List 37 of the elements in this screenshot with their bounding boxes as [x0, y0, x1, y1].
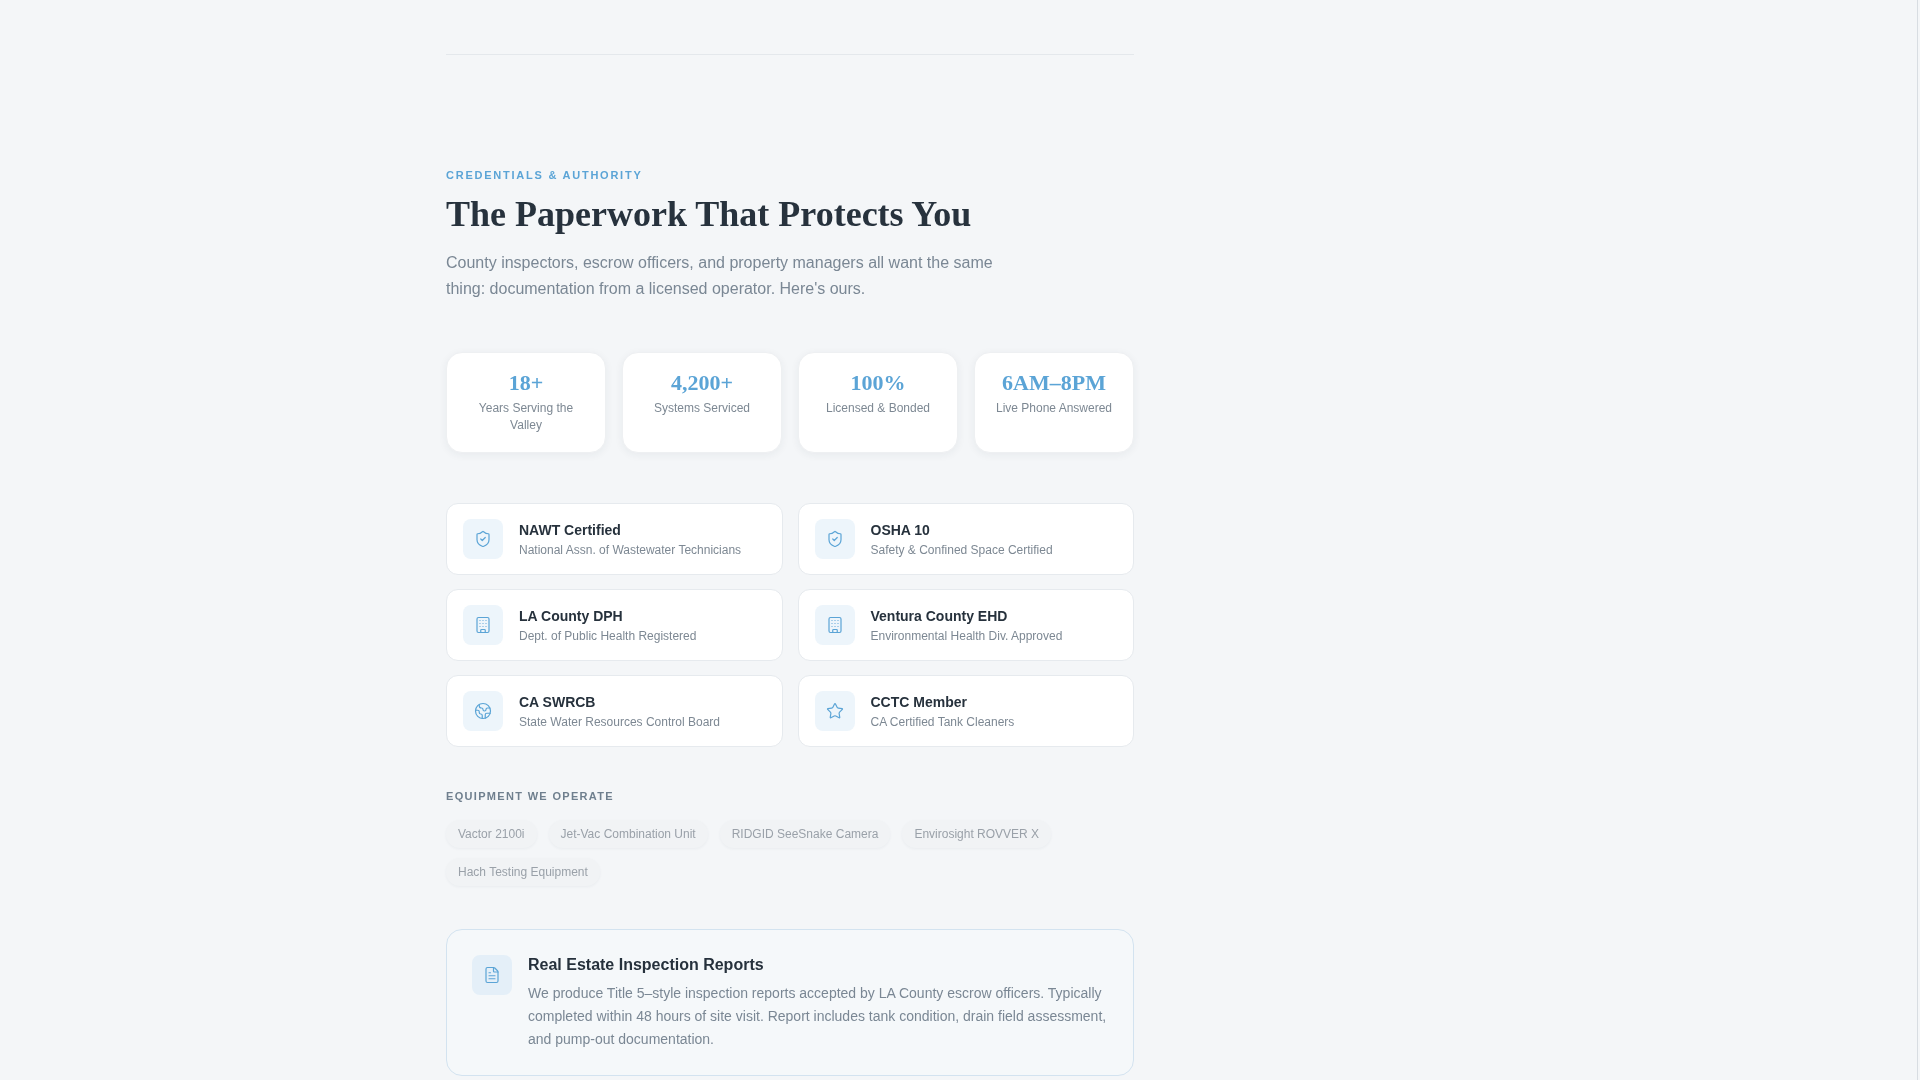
shield-check-icon	[814, 519, 855, 559]
equipment-tag: Vactor 2100i	[446, 820, 537, 848]
section-title: The Paperwork That Protects You	[446, 193, 972, 236]
stat-label: Licensed & Bonded	[825, 400, 931, 417]
stat-value: 4,200+	[670, 369, 733, 397]
credential-title: Ventura County EHD	[870, 606, 1008, 625]
credential-subtitle: National Assn. of Wastewater Technicians	[519, 541, 742, 558]
globe-icon	[463, 691, 503, 731]
stat-label: Systems Serviced	[654, 400, 750, 417]
building-icon	[463, 605, 503, 645]
equipment-tag: RIDGID SeeSnake Camera	[719, 820, 891, 848]
credential-title: OSHA 10	[870, 520, 930, 539]
credential-subtitle: Dept. of Public Health Registered	[519, 627, 697, 644]
stat-label: Years Serving the Valley	[477, 400, 575, 434]
document-icon	[472, 955, 512, 995]
credential-title: CA SWRCB	[519, 692, 596, 711]
section-intro: County inspectors, escrow officers, and property managers all want the same thing: documentation from a licensed operator. Here's ours.	[446, 253, 994, 299]
credential-subtitle: State Water Resources Control Board	[519, 713, 720, 730]
credential-title: CCTC Member	[870, 692, 967, 711]
section-eyebrow: CREDENTIALS & AUTHORITY	[446, 168, 643, 182]
shield-check-icon	[463, 519, 503, 559]
credential-subtitle: CA Certified Tank Cleaners	[870, 713, 1015, 730]
credential-title: NAWT Certified	[519, 520, 621, 539]
stat-value: 6AM–8PM	[1002, 369, 1106, 397]
report-description: We produce Title 5–style inspection reports accepted by LA County escrow officers. Typically completed within 48 hours of site visit. Report includes tank condition, drain field assessment, and pump-out documentation.	[528, 984, 1108, 1049]
stat-value: 18+	[508, 369, 544, 397]
credential-subtitle: Environmental Health Div. Approved	[870, 627, 1063, 644]
stat-value: 100%	[850, 369, 906, 397]
stat-label: Live Phone Answered	[995, 400, 1113, 417]
report-title: Real Estate Inspection Reports	[528, 955, 764, 975]
credential-subtitle: Safety & Confined Space Certified	[870, 541, 1053, 558]
equipment-tag: Jet-Vac Combination Unit	[548, 820, 708, 848]
equipment-heading: EQUIPMENT WE OPERATE	[446, 789, 614, 803]
equipment-tag: Hach Testing Equipment	[446, 858, 600, 886]
credential-title: LA County DPH	[519, 606, 623, 625]
building-icon	[814, 605, 855, 645]
equipment-tag: Envirosight ROVVER X	[902, 820, 1052, 848]
